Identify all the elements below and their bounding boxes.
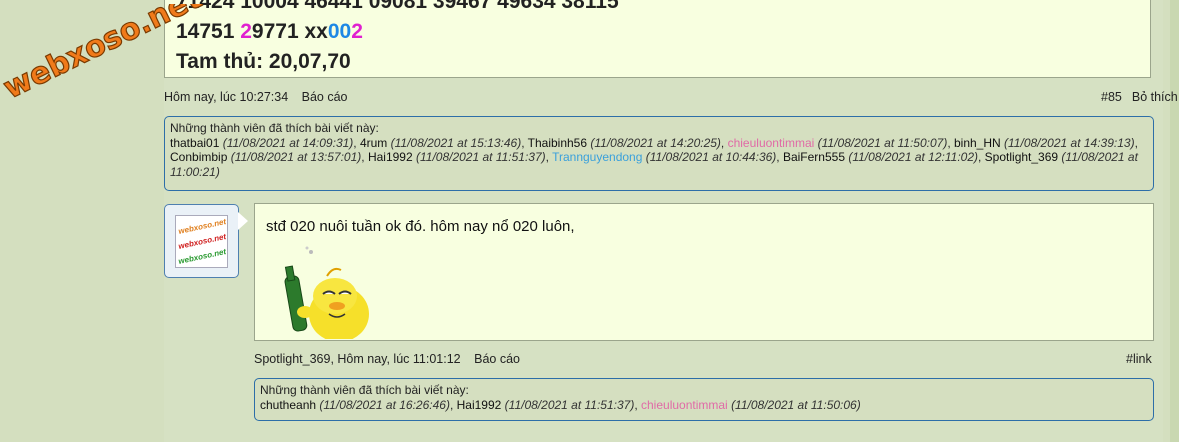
- permalink[interactable]: #link: [1126, 352, 1152, 366]
- like-user[interactable]: chieuluontimmai: [728, 136, 815, 150]
- user-avatar-card[interactable]: webxoso.net webxoso.net webxoso.net: [164, 204, 239, 278]
- result-line-1: 71424 10004 46441 09081 39467 49634 3811…: [176, 0, 619, 13]
- like-user[interactable]: Conbimbip: [170, 150, 227, 164]
- like-user[interactable]: thatbai01: [170, 136, 219, 150]
- svg-text:webxoso.net: webxoso.net: [2, 4, 207, 106]
- post-number-link[interactable]: #85: [1101, 90, 1122, 104]
- post-message: stđ 020 nuôi tuần ok đó. hôm nay nổ 020 …: [266, 218, 575, 235]
- report-link[interactable]: Báo cáo: [302, 90, 348, 104]
- webxoso-watermark: webxoso.net: [2, 4, 208, 107]
- previous-likes-box: Những thành viên đã thích bài viết này: …: [164, 116, 1154, 191]
- right-margin: [1170, 0, 1179, 442]
- speech-arrow: [238, 212, 248, 230]
- drunk-chick-emoticon: [284, 246, 369, 339]
- post-meta: Spotlight_369, Hôm nay, lúc 11:01:12 Báo…: [254, 352, 530, 366]
- post-likes-box: Những thành viên đã thích bài viết này: …: [254, 378, 1154, 421]
- post-content: stđ 020 nuôi tuần ok đó. hôm nay nổ 020 …: [254, 203, 1154, 341]
- likes-title: Những thành viên đã thích bài viết này:: [170, 121, 379, 135]
- like-user[interactable]: Hai1992: [368, 150, 413, 164]
- like-user[interactable]: chutheanh: [260, 398, 316, 412]
- previous-post-content: 71424 10004 46441 09081 39467 49634 3811…: [164, 0, 1151, 78]
- like-user[interactable]: 4rum: [360, 136, 387, 150]
- likes-title: Những thành viên đã thích bài viết này:: [260, 383, 469, 397]
- like-user[interactable]: Trannguyendong: [552, 150, 642, 164]
- like-user[interactable]: Thaibinh56: [528, 136, 587, 150]
- unlike-link[interactable]: Bỏ thích: [1132, 90, 1178, 104]
- avatar: webxoso.net webxoso.net webxoso.net: [175, 215, 228, 268]
- like-user[interactable]: Hai1992: [457, 398, 502, 412]
- like-user[interactable]: chieuluontimmai: [641, 398, 728, 412]
- previous-post-actions: #85 Bỏ thích: [1101, 90, 1178, 104]
- post-actions: #link: [1126, 352, 1152, 366]
- like-user[interactable]: Spotlight_369: [985, 150, 1058, 164]
- post-author-time: Spotlight_369, Hôm nay, lúc 11:01:12: [254, 352, 461, 366]
- report-link[interactable]: Báo cáo: [474, 352, 520, 366]
- like-user[interactable]: binh_HN: [954, 136, 1001, 150]
- like-user[interactable]: BaiFern555: [783, 150, 845, 164]
